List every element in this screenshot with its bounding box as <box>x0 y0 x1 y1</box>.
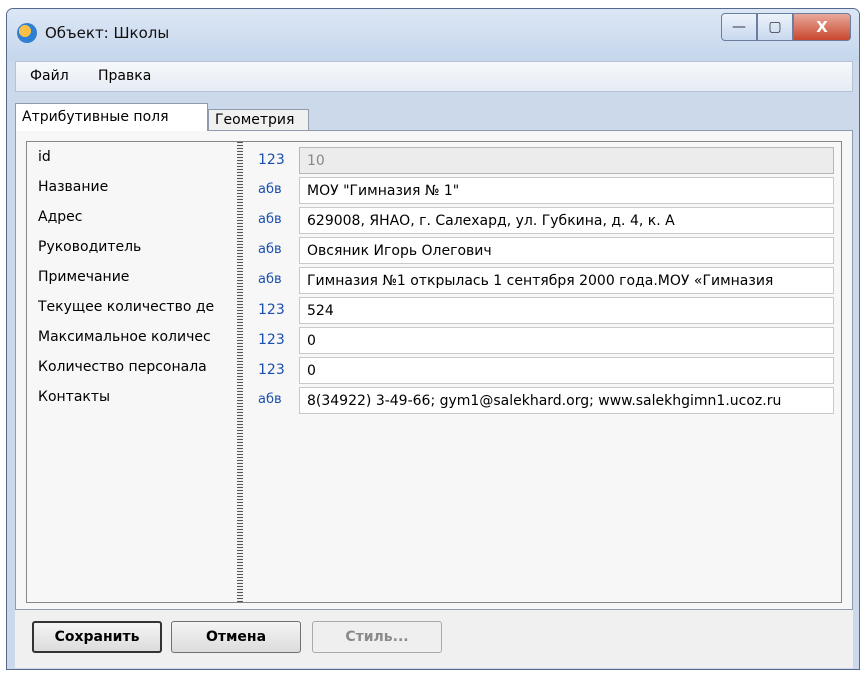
type-numeric-icon: 123 <box>258 302 285 318</box>
title-bar[interactable]: Объект: Школы — ▢ X <box>7 9 859 61</box>
tab-content: id Название Адрес Руководитель Примечани… <box>15 130 853 610</box>
type-text-icon: абв <box>258 242 282 257</box>
attribute-grid: id Название Адрес Руководитель Примечани… <box>26 141 842 603</box>
tab-attribute-fields[interactable]: Атрибутивные поля <box>15 103 208 131</box>
tab-strip: Атрибутивные поля Геометрия <box>15 101 853 131</box>
maximize-button[interactable]: ▢ <box>757 13 793 41</box>
style-button[interactable]: Стиль... <box>312 621 442 653</box>
field-value-note[interactable]: Гимназия №1 открылась 1 сентября 2000 го… <box>299 267 834 294</box>
field-label-staff-count: Количество персонала <box>38 359 207 375</box>
save-button[interactable]: Сохранить <box>32 621 162 653</box>
cancel-button[interactable]: Отмена <box>171 621 301 653</box>
field-label-address: Адрес <box>38 209 83 225</box>
field-label-name: Название <box>38 179 109 195</box>
app-globe-icon <box>17 23 37 43</box>
field-label-max-count: Максимальное количес <box>38 329 211 345</box>
field-label-contacts: Контакты <box>38 389 111 405</box>
menu-bar: Файл Правка <box>15 61 853 92</box>
field-label-note: Примечание <box>38 269 130 285</box>
field-value-director[interactable]: Овсяник Игорь Олегович <box>299 237 834 264</box>
field-label-id: id <box>38 149 51 165</box>
button-bar: Сохранить Отмена Стиль... <box>15 610 853 668</box>
field-value-name[interactable]: МОУ "Гимназия № 1" <box>299 177 834 204</box>
type-text-icon: абв <box>258 212 282 227</box>
field-values-column: 123 10 абв МОУ "Гимназия № 1" абв 629008… <box>243 142 841 602</box>
type-numeric-icon: 123 <box>258 362 285 378</box>
type-numeric-icon: 123 <box>258 152 285 168</box>
tab-geometry[interactable]: Геометрия <box>208 109 309 131</box>
field-value-contacts[interactable]: 8(34922) 3-49-66; gym1@salekhard.org; ww… <box>299 387 834 414</box>
field-value-staff-count[interactable]: 0 <box>299 357 834 384</box>
type-text-icon: абв <box>258 182 282 197</box>
field-label-director: Руководитель <box>38 239 142 255</box>
field-labels-column: id Название Адрес Руководитель Примечани… <box>27 142 237 602</box>
menu-file[interactable]: Файл <box>30 68 69 84</box>
type-text-icon: абв <box>258 392 282 407</box>
field-label-current-count: Текущее количество де <box>38 299 215 315</box>
field-value-current-count[interactable]: 524 <box>299 297 834 324</box>
minimize-button[interactable]: — <box>721 13 757 41</box>
close-button[interactable]: X <box>793 13 851 41</box>
type-text-icon: абв <box>258 272 282 287</box>
object-window: Объект: Школы — ▢ X Файл Правка Атрибути… <box>6 8 860 670</box>
field-value-max-count[interactable]: 0 <box>299 327 834 354</box>
window-title: Объект: Школы <box>45 24 170 42</box>
field-value-address[interactable]: 629008, ЯНАО, г. Салехард, ул. Губкина, … <box>299 207 834 234</box>
field-value-id: 10 <box>299 147 834 174</box>
menu-edit[interactable]: Правка <box>98 68 151 84</box>
type-numeric-icon: 123 <box>258 332 285 348</box>
